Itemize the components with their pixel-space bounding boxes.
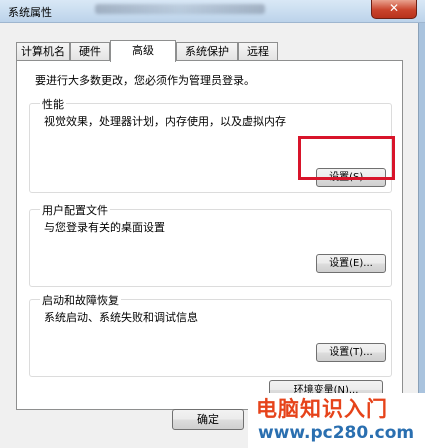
- tab-system-protection[interactable]: 系统保护: [176, 42, 238, 60]
- user-profiles-settings-button[interactable]: 设置(E)...: [316, 254, 386, 273]
- ok-button[interactable]: 确定: [172, 409, 244, 430]
- startup-recovery-title: 启动和故障恢复: [40, 292, 121, 308]
- blurred-background-text: [95, 4, 265, 14]
- window-edge: [419, 23, 425, 448]
- close-button[interactable]: ✕: [371, 0, 417, 19]
- window-title: 系统属性: [8, 6, 52, 19]
- site-watermark: 电脑知识入门 www.pc280.com: [248, 393, 425, 448]
- performance-description: 视觉效果，处理器计划，内存使用，以及虚拟内存: [44, 115, 286, 128]
- startup-recovery-description: 系统启动、系统失败和调试信息: [44, 311, 198, 324]
- startup-recovery-group: 启动和故障恢复 系统启动、系统失败和调试信息 设置(T)...: [29, 292, 392, 377]
- performance-title: 性能: [40, 96, 66, 112]
- tab-advanced[interactable]: 高级: [110, 40, 176, 62]
- user-profiles-group: 用户配置文件 与您登录有关的桌面设置 设置(E)...: [29, 202, 392, 287]
- tab-computer-name[interactable]: 计算机名: [16, 42, 70, 60]
- advanced-tab-panel: 要进行大多数更改，您必须作为管理员登录。 性能 视觉效果，处理器计划，内存使用，…: [16, 60, 403, 410]
- user-profiles-description: 与您登录有关的桌面设置: [44, 221, 165, 234]
- title-bar: 系统属性 ✕: [0, 0, 425, 23]
- tab-remote[interactable]: 远程: [238, 42, 278, 60]
- system-properties-dialog: 计算机名 硬件 高级 系统保护 远程 要进行大多数更改，您必须作为管理员登录。 …: [0, 23, 419, 448]
- tab-hardware[interactable]: 硬件: [70, 42, 110, 60]
- watermark-title: 电脑知识入门: [256, 397, 388, 421]
- user-profiles-title: 用户配置文件: [40, 202, 110, 218]
- admin-notice: 要进行大多数更改，您必须作为管理员登录。: [35, 74, 255, 87]
- watermark-url: www.pc280.com: [258, 423, 415, 443]
- startup-recovery-settings-button[interactable]: 设置(T)...: [316, 343, 386, 362]
- red-highlight-box: [298, 136, 395, 180]
